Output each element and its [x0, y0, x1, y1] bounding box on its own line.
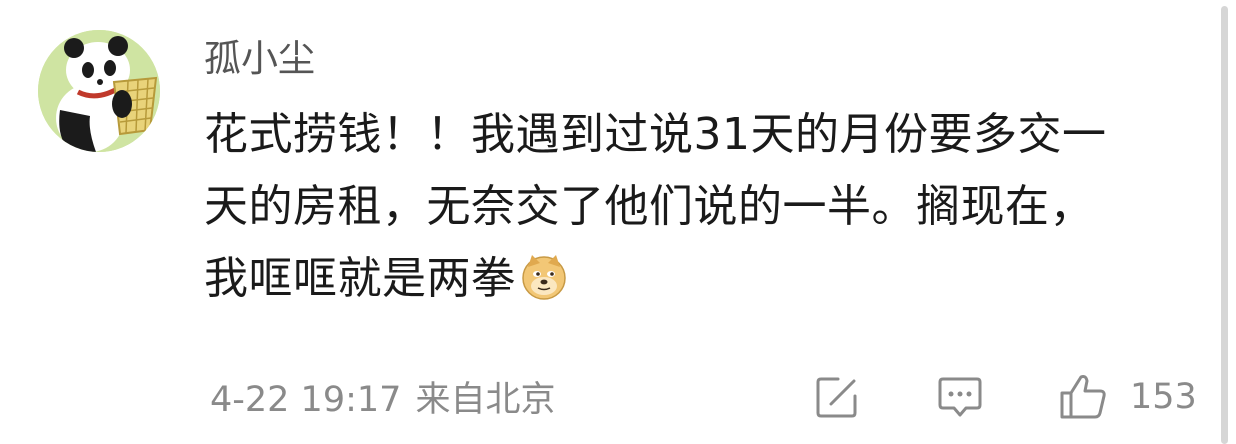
comment-card: 孤小尘 花式捞钱！！我遇到过说31天的月份要多交一 天的房租，无奈交了他们说的一… [0, 0, 1236, 444]
timestamp: 4-22 19:17 [210, 380, 402, 420]
location: 来自北京 [415, 380, 556, 420]
thumbs-up-icon [1060, 375, 1106, 419]
comment-text: 花式捞钱！！我遇到过说31天的月份要多交一 天的房租，无奈交了他们说的一半。搁现… [204, 99, 1189, 315]
comment-line-text: 我哐哐就是两拳 [204, 253, 516, 304]
scrollbar[interactable] [1221, 6, 1228, 444]
comment-button[interactable] [936, 372, 984, 422]
comment-line: 天的房租，无奈交了他们说的一半。搁现在， [204, 181, 1094, 232]
comment-line: 花式捞钱！！我遇到过说31天的月份要多交一 [204, 109, 1107, 160]
like-button[interactable]: 153 [1058, 372, 1197, 422]
comment-footer: 4-22 19:17 来自北京 153 [0, 370, 1236, 430]
avatar[interactable] [38, 30, 160, 152]
panda-avatar-icon [38, 30, 160, 152]
username[interactable]: 孤小尘 [204, 36, 315, 82]
comment-meta: 4-22 19:17 来自北京 [210, 378, 555, 422]
doge-emoji-icon [520, 251, 568, 300]
comment-line-last: 我哐哐就是两拳 [204, 243, 1189, 315]
comment-bubble-icon [938, 377, 982, 417]
edit-square-icon [816, 377, 857, 418]
like-count: 153 [1130, 377, 1197, 417]
edit-button[interactable] [814, 372, 860, 422]
